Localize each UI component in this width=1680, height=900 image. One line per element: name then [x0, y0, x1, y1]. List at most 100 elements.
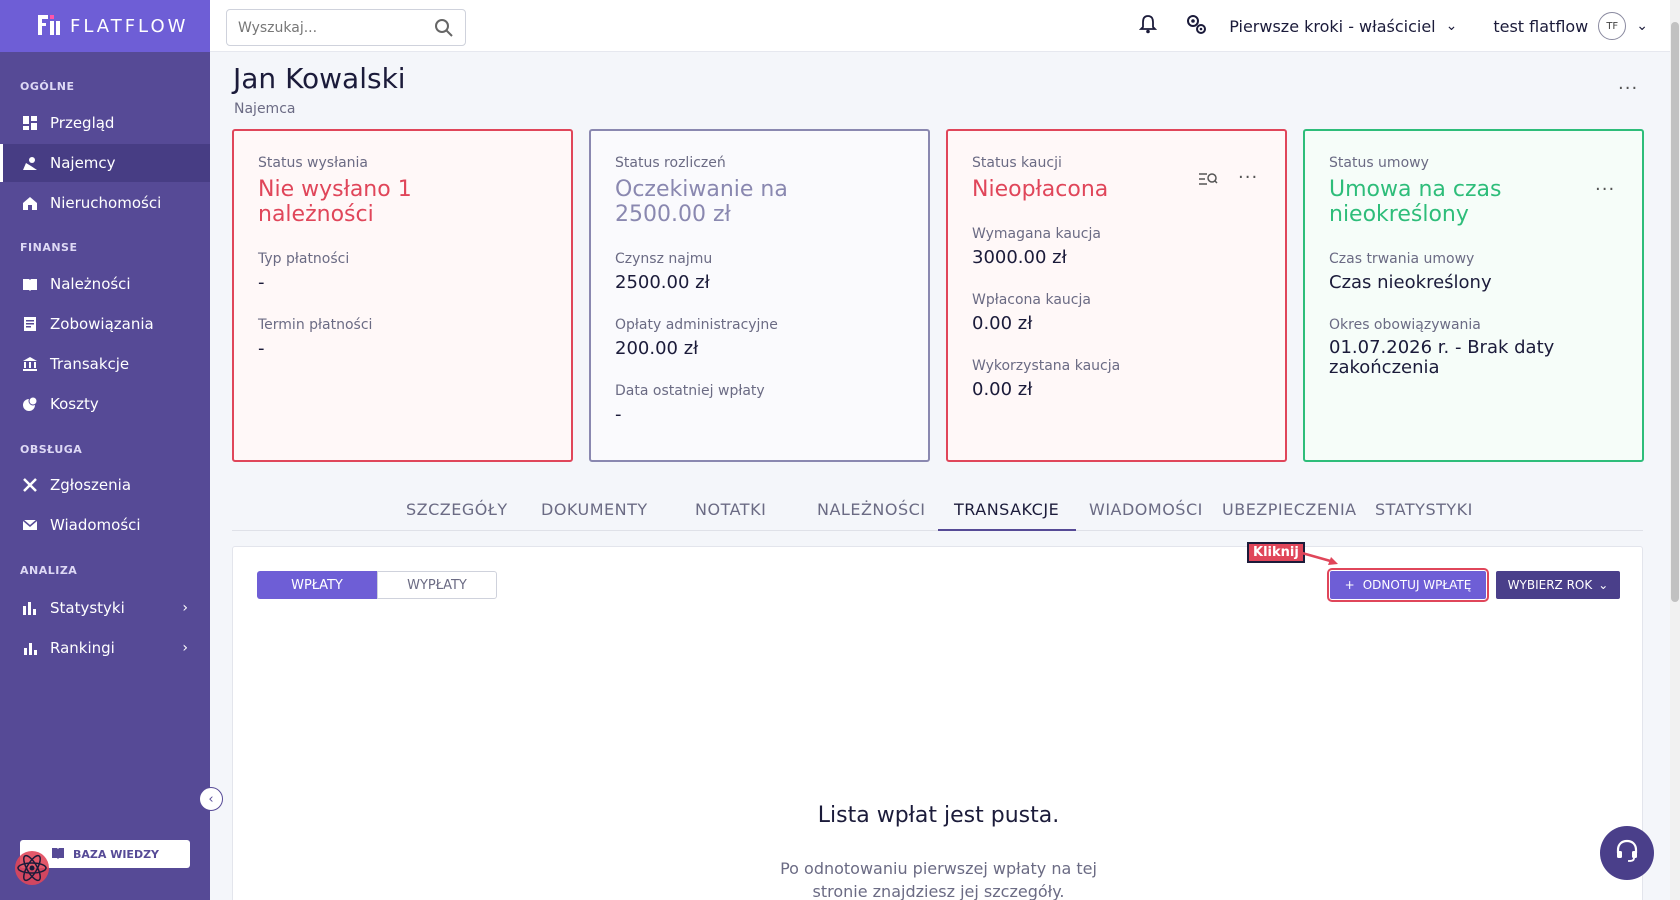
logo[interactable]: FLATFLOW	[0, 0, 210, 52]
sending-status-card: Status wysłania Nie wysłano 1 należności…	[232, 129, 573, 462]
sidebar-item-label: Przegląd	[50, 114, 115, 132]
section-label-analiza: ANALIZA	[20, 564, 78, 577]
card-status: Umowa na czas nieokreślony	[1329, 177, 1502, 227]
select-year-button[interactable]: WYBIERZ ROK ⌄	[1496, 571, 1620, 599]
sidebar-item-zobowiazania[interactable]: Zobowiązania	[0, 305, 210, 343]
sidebar-item-statystyki[interactable]: Statystyki ›	[0, 589, 210, 627]
select-year-label: WYBIERZ ROK	[1507, 578, 1593, 592]
rent-label: Czynsz najmu	[615, 251, 713, 267]
due-date-value: -	[258, 338, 265, 359]
add-payment-button[interactable]: + ODNOTUJ WPŁATĘ	[1327, 568, 1489, 602]
tab-transakcje[interactable]: TRANSAKCJE	[954, 500, 1059, 519]
react-devtools-icon[interactable]	[12, 848, 52, 888]
card-label: Status rozliczeń	[615, 155, 726, 171]
bell-icon[interactable]	[1139, 14, 1158, 38]
tab-ubezpieczenia[interactable]: UBEZPIECZENIA	[1222, 500, 1357, 519]
tab-naleznosci[interactable]: NALEŻNOŚCI	[817, 500, 926, 519]
card-status: Nie wysłano 1 należności	[258, 177, 412, 227]
more-options-icon[interactable]: ···	[1238, 167, 1258, 188]
search-icon[interactable]	[434, 18, 454, 42]
sidebar-item-label: Zobowiązania	[50, 315, 154, 333]
user-name[interactable]: test flatflow	[1493, 17, 1588, 36]
sidebar-item-label: Nieruchomości	[50, 194, 162, 212]
sidebar-item-najemcy[interactable]: Najemcy	[0, 144, 210, 182]
tab-dokumenty[interactable]: DOKUMENTY	[541, 500, 648, 519]
tab-wiadomosci[interactable]: WIADOMOŚCI	[1089, 500, 1203, 519]
tenants-icon	[22, 155, 38, 171]
rent-value: 2500.00 zł	[615, 272, 710, 293]
more-options-icon[interactable]: ···	[1595, 179, 1615, 200]
active-tab-indicator	[938, 529, 1076, 531]
stats-icon	[22, 600, 38, 616]
sidebar-item-wiadomosci[interactable]: Wiadomości	[0, 506, 210, 544]
tools-icon	[22, 477, 38, 493]
admin-fees-label: Opłaty administracyjne	[615, 317, 778, 333]
tab-notatki[interactable]: NOTATKI	[695, 500, 766, 519]
search-input[interactable]: Wyszukaj...	[226, 9, 466, 46]
sidebar-item-naleznosci[interactable]: Należności	[0, 265, 210, 303]
mail-icon	[22, 517, 38, 533]
topbar: Wyszukaj... Pierwsze kroki - właściciel …	[210, 0, 1670, 52]
properties-icon	[22, 195, 38, 211]
flatflow-logo-icon	[38, 15, 60, 37]
contract-status-card: ··· Status umowy Umowa na czas nieokreśl…	[1303, 129, 1644, 462]
section-label-finanse: FINANSE	[20, 241, 78, 254]
card-label: Status umowy	[1329, 155, 1429, 171]
dashboard-icon	[22, 115, 38, 131]
bank-icon	[22, 356, 38, 372]
onboarding-menu[interactable]: Pierwsze kroki - właściciel	[1229, 17, 1435, 36]
sidebar-collapse-button[interactable]: ‹	[199, 787, 223, 811]
tab-statystyki[interactable]: STATYSTYKI	[1375, 500, 1473, 519]
card-label: Status wysłania	[258, 155, 368, 171]
chevron-down-icon[interactable]: ⌄	[1446, 18, 1458, 34]
sidebar-item-zgloszenia[interactable]: Zgłoszenia	[0, 466, 210, 504]
section-label-ogolne: OGÓLNE	[20, 80, 75, 93]
sidebar-item-nieruchomosci[interactable]: Nieruchomości	[0, 184, 210, 222]
transactions-panel: WPŁATY WYPŁATY + ODNOTUJ WPŁATĘ WYBIERZ …	[232, 546, 1643, 900]
sidebar-item-przeglad[interactable]: Przegląd	[0, 104, 210, 142]
sidebar-item-label: Koszty	[50, 395, 99, 413]
sidebar-item-label: Zgłoszenia	[50, 476, 132, 494]
card-status: Oczekiwanie na 2500.00 zł	[615, 177, 788, 227]
paid-deposit-label: Wpłacona kaucja	[972, 292, 1091, 308]
empty-state-line-1: Po odnotowaniu pierwszej wpłaty na tej	[780, 859, 1097, 878]
sidebar-item-label: Najemcy	[50, 154, 116, 172]
search-list-icon[interactable]	[1198, 171, 1218, 191]
contract-duration-label: Czas trwania umowy	[1329, 251, 1475, 267]
headset-icon	[1614, 838, 1640, 868]
scrollbar-thumb[interactable]	[1671, 22, 1679, 602]
required-deposit-label: Wymagana kaucja	[972, 226, 1101, 242]
sidebar-item-rankingi[interactable]: Rankingi ›	[0, 629, 210, 667]
logo-text: FLATFLOW	[70, 15, 189, 37]
card-label: Status kaucji	[972, 155, 1062, 171]
add-payment-label: ODNOTUJ WPŁATĘ	[1362, 578, 1472, 592]
transactions-toggle: WPŁATY WYPŁATY	[257, 571, 497, 599]
empty-state-title: Lista wpłat jest pusta.	[817, 803, 1060, 828]
click-annotation-label: Kliknij	[1247, 542, 1305, 563]
admin-fees-value: 200.00 zł	[615, 338, 699, 359]
plus-icon: +	[1344, 578, 1355, 592]
toggle-wplaty[interactable]: WPŁATY	[257, 571, 377, 599]
sidebar-item-transakcje[interactable]: Transakcje	[0, 345, 210, 383]
book-icon	[51, 847, 65, 862]
chevron-down-icon[interactable]: ⌄	[1636, 18, 1648, 34]
payment-type-label: Typ płatności	[258, 251, 350, 267]
more-options-icon[interactable]: ···	[1618, 78, 1638, 99]
sidebar-item-label: Wiadomości	[50, 516, 141, 534]
payment-type-value: -	[258, 272, 265, 293]
scrollbar[interactable]	[1670, 0, 1680, 900]
toggle-wyplaty[interactable]: WYPŁATY	[377, 571, 497, 599]
tab-szczegoly[interactable]: SZCZEGÓŁY	[406, 500, 508, 519]
sidebar: FLATFLOW OGÓLNE FINANSE OBSŁUGA ANALIZA …	[0, 0, 210, 900]
sidebar-item-koszty[interactable]: Koszty	[0, 385, 210, 423]
used-deposit-value: 0.00 zł	[972, 379, 1033, 400]
required-deposit-value: 3000.00 zł	[972, 247, 1067, 268]
avatar[interactable]: TF	[1598, 12, 1627, 40]
ranking-icon	[22, 640, 38, 656]
paid-deposit-value: 0.00 zł	[972, 313, 1033, 334]
support-chat-button[interactable]	[1600, 826, 1654, 880]
chevron-down-icon: ⌄	[1598, 578, 1609, 592]
settings-icon[interactable]	[1185, 13, 1207, 39]
contract-period-label: Okres obowiązywania	[1329, 317, 1481, 333]
sidebar-item-label: Statystyki	[50, 599, 125, 617]
